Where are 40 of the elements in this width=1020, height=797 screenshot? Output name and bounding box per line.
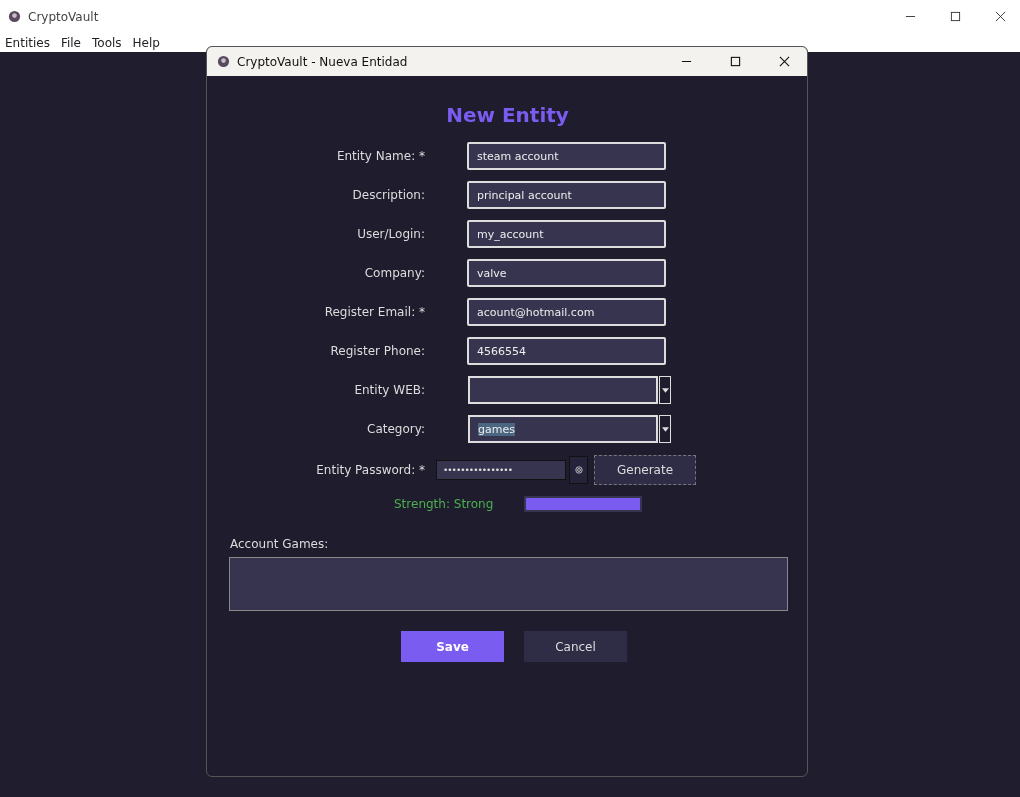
close-icon[interactable] [995,11,1006,22]
menu-item[interactable]: File [60,35,81,50]
notes-field[interactable] [229,557,788,611]
input-field[interactable]: my_account [467,220,666,248]
menu-item[interactable]: Help [132,35,160,50]
field-label: User/Login: [356,227,425,241]
cancel-button[interactable]: Cancel [524,631,627,662]
input-field[interactable]: acount@hotmail.com [467,298,666,326]
show-password-button[interactable] [569,456,588,484]
app-icon [217,55,230,68]
field-label: Entity WEB: [353,383,425,397]
field-label: Register Email: * [323,305,425,319]
field-label: Register Phone: [329,344,425,358]
input-field[interactable]: valve [467,259,666,287]
input-field[interactable]: steam account [467,142,666,170]
form-heading: New Entity [445,103,570,127]
password-field[interactable]: •••••••••••••••• [436,460,566,480]
eye-icon [574,466,583,474]
field-label: Entity Password: * [315,463,425,477]
app-icon [8,10,21,23]
menu-item[interactable]: Entities [5,35,50,50]
input-field[interactable]: 4566554 [467,337,666,365]
notes-label: Account Games: [230,537,330,551]
menu-item[interactable]: Tools [92,35,122,50]
strength-label: Strength: Strong [394,497,495,511]
field-label: Entity Name: * [335,149,425,163]
field-label: Category: [366,422,425,436]
generate-button[interactable]: Generate [594,455,696,485]
maximize-icon[interactable] [730,56,741,67]
close-icon[interactable] [779,56,790,67]
save-button[interactable]: Save [401,631,504,662]
caret-icon [661,387,669,393]
dropdown-field[interactable] [468,376,671,404]
window-title: CryptoVault [28,9,99,24]
field-label: Description: [351,188,425,202]
caret-icon [661,426,669,432]
field-label: Company: [363,266,425,280]
dialog-title: CryptoVault - Nueva Entidad [237,54,408,69]
maximize-icon[interactable] [950,11,961,22]
input-field[interactable]: principal account [467,181,666,209]
